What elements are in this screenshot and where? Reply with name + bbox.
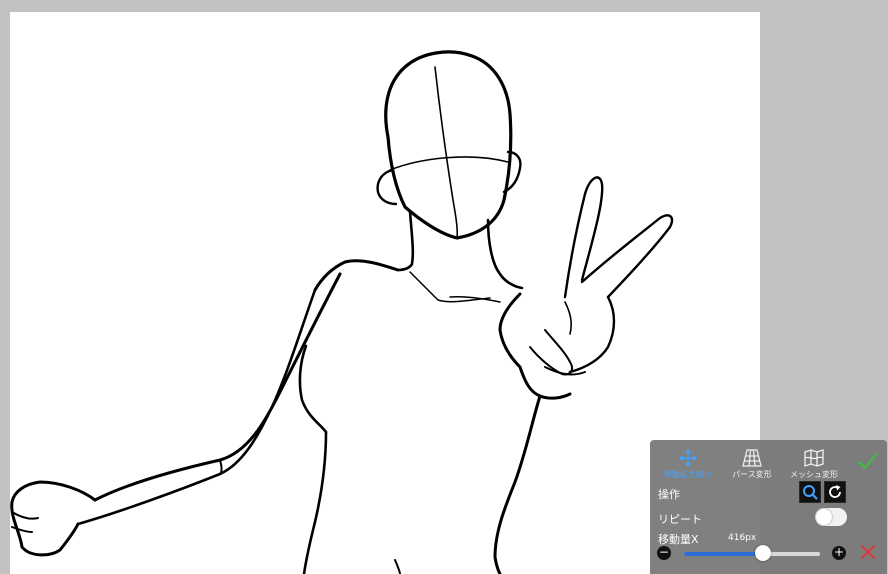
close-icon[interactable] — [859, 543, 877, 561]
tool-mesh-label: メッシュ変形 — [790, 470, 838, 479]
repeat-label: リピート — [658, 513, 702, 526]
plus-icon: + — [833, 545, 845, 559]
perspective-grid-icon — [742, 449, 762, 467]
tool-perspective-label: パース変形 — [732, 470, 772, 479]
operation-label: 操作 — [658, 488, 680, 501]
drawing-canvas[interactable] — [10, 12, 760, 574]
amount-slider-thumb[interactable] — [754, 545, 771, 561]
rotate-icon — [829, 485, 841, 498]
mesh-map-icon — [804, 449, 824, 467]
tool-mesh[interactable]: メッシュ変形 — [774, 448, 854, 480]
repeat-toggle[interactable] — [815, 508, 847, 526]
amount-slider-track[interactable] — [684, 552, 820, 556]
search-icon — [803, 485, 818, 500]
move-arrows-icon — [679, 449, 697, 467]
checkmark-icon[interactable] — [856, 450, 878, 472]
amount-x-value: 416px — [728, 533, 757, 543]
tool-move-label: 移動拡大縮小 — [664, 470, 712, 479]
rotate-mode-button[interactable] — [824, 481, 846, 503]
amount-slider-fill — [684, 552, 763, 556]
increase-button[interactable]: + — [832, 546, 846, 560]
decrease-button[interactable]: − — [657, 546, 671, 560]
transform-panel: 移動拡大縮小 パース変形 メッシュ変形 操作 リピート 移動量X 416px −… — [650, 440, 887, 574]
zoom-mode-button[interactable] — [799, 481, 821, 503]
repeat-toggle-knob — [816, 509, 832, 525]
figure-sketch — [10, 50, 674, 574]
minus-icon: − — [658, 545, 670, 559]
